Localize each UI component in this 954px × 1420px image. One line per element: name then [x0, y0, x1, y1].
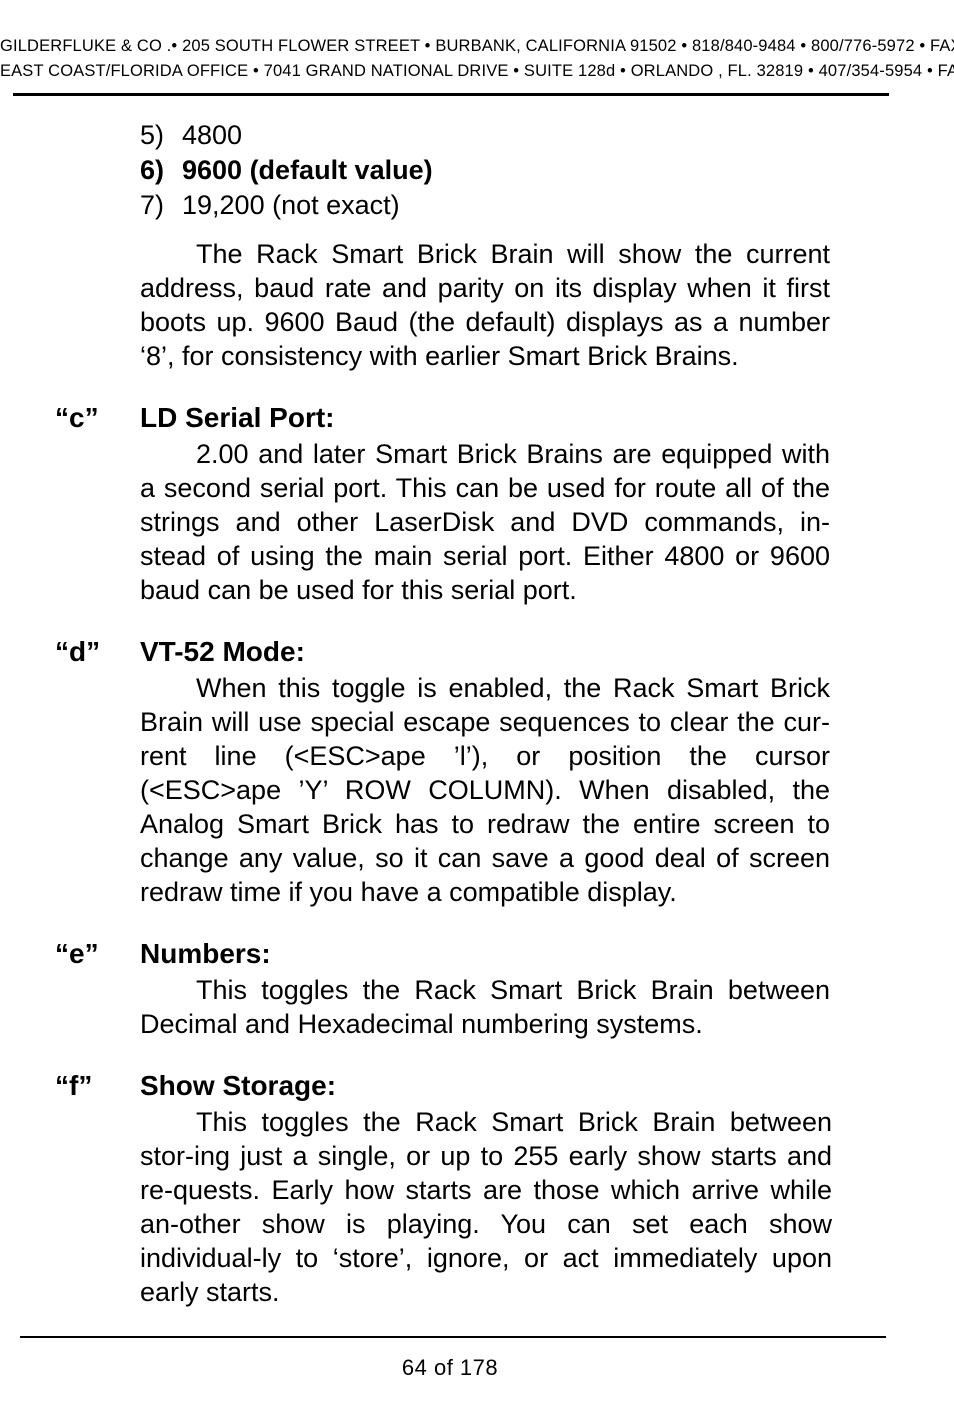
section-heading-e: “e” Numbers: [0, 937, 954, 971]
section-letter: “f” [55, 1070, 93, 1101]
page-number: 64 of 178 [401, 1355, 499, 1380]
section-body-e: This toggles the Rack Smart Brick Brain … [140, 975, 830, 1039]
section-body-c: 2.00 and later Smart Brick Brains are eq… [140, 439, 830, 605]
section-letter: “c” [55, 402, 99, 433]
page-content: 5) 4800 6) 9600 (default value) 7) 19,200 (… [0, 118, 954, 1309]
section-title: Show Storage: [140, 1070, 337, 1101]
section-body-d: When this toggle is enabled, the Rack Sm… [140, 673, 830, 907]
company-address-line-2: EAST COAST/FLORIDA OFFICE • 7041 GRAND N… [0, 62, 954, 80]
list-item-label: 19,200 (not exact) [182, 190, 400, 220]
list-item-number: 6) [140, 155, 165, 185]
section-heading-c: “c” LD Serial Port: [0, 401, 954, 435]
list-item-number: 7) [140, 190, 165, 220]
list-item-label: 4800 [182, 120, 243, 150]
section-body-f: This toggles the Rack Smart Brick Brain … [140, 1107, 832, 1307]
section-title: VT-52 Mode: [140, 636, 305, 667]
section-title: LD Serial Port: [140, 402, 335, 433]
company-address-line-1: GILDERFLUKE & CO .• 205 SOUTH FLOWER STR… [0, 37, 954, 55]
section-heading-f: “f” Show Storage: [0, 1069, 954, 1103]
footer-divider-rule [20, 1336, 886, 1338]
section-letter: “e” [55, 938, 99, 969]
list-item: 7) 19,200 (not exact) [0, 188, 954, 223]
section-letter: “d” [55, 636, 101, 667]
list-item-number: 5) [140, 120, 165, 150]
page-header: GILDERFLUKE & CO .• 205 SOUTH FLOWER STR… [0, 0, 954, 96]
baud-rate-list: 5) 4800 6) 9600 (default value) 7) 19,200 (… [0, 118, 954, 223]
section-title: Numbers: [140, 938, 271, 969]
list-item: 5) 4800 [0, 118, 954, 153]
section-heading-d: “d” VT-52 Mode: [0, 635, 954, 669]
intro-paragraph: The Rack Smart Brick Brain will show the… [140, 239, 830, 371]
list-item-label: 9600 (default value) [182, 155, 433, 185]
list-item: 6) 9600 (default value) [0, 153, 954, 188]
header-divider-rule [13, 93, 889, 96]
